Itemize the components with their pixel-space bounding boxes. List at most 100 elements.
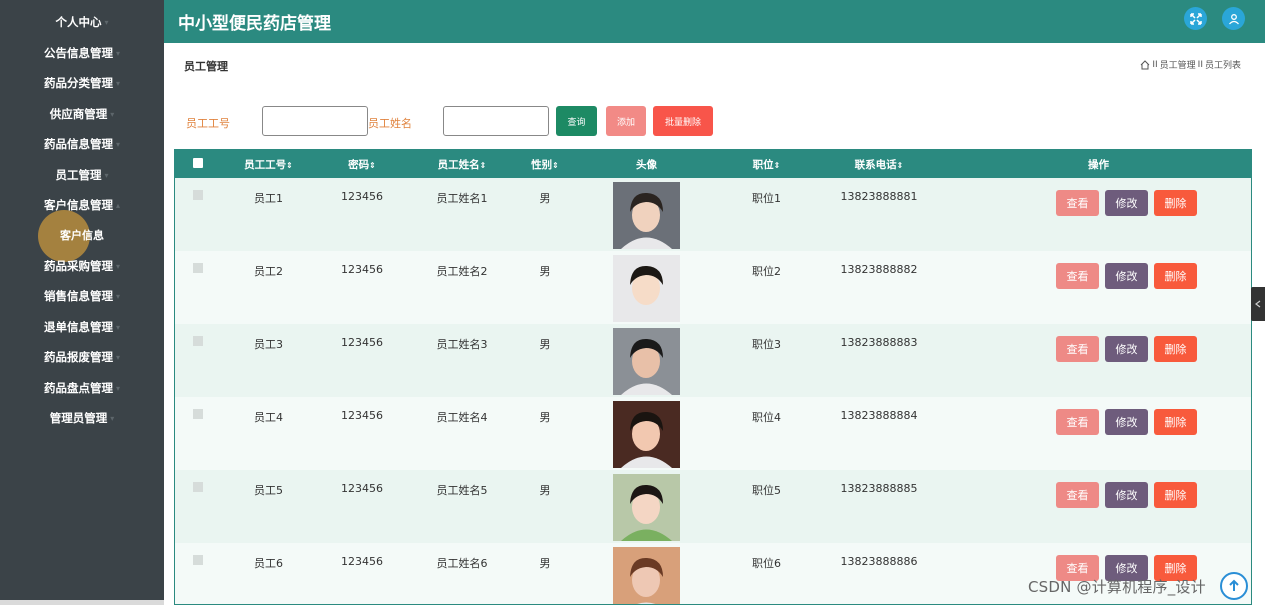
sort-icon[interactable]: ⇕ bbox=[774, 161, 781, 170]
sort-icon[interactable]: ⇕ bbox=[286, 161, 293, 170]
password-cell: 123456 bbox=[341, 190, 383, 203]
row-checkbox[interactable] bbox=[193, 409, 203, 419]
view-button[interactable]: 查看 bbox=[1056, 482, 1099, 508]
avatar-cell bbox=[574, 178, 719, 251]
sidebar-item-customer[interactable]: 客户信息管理 ▴ bbox=[0, 191, 164, 219]
edit-button[interactable]: 修改 bbox=[1105, 190, 1148, 216]
view-button[interactable]: 查看 bbox=[1056, 263, 1099, 289]
app-root: 个人中心 ▾ 公告信息管理 ▾ 药品分类管理 ▾ 供应商管理 ▾ 药品信息管理 ▾ 员工管… bbox=[0, 0, 1265, 605]
row-select-cell[interactable] bbox=[175, 397, 221, 470]
sort-icon[interactable]: ⇕ bbox=[480, 161, 487, 170]
password-cell: 123456 bbox=[341, 555, 383, 568]
chevron-down-icon: ▾ bbox=[104, 170, 109, 180]
sidebar-item-personal-center[interactable]: 个人中心 ▾ bbox=[0, 8, 164, 36]
breadcrumb: II 员工管理 II 员工列表 bbox=[1140, 58, 1241, 71]
row-checkbox[interactable] bbox=[193, 336, 203, 346]
row-select-cell[interactable] bbox=[175, 543, 221, 604]
add-button[interactable]: 添加 bbox=[606, 106, 646, 136]
table-row: 员工2 123456 员工姓名2 男 职位2 13823888882 查看 修改… bbox=[175, 251, 1251, 324]
table-row: 员工3 123456 员工姓名3 男 职位3 13823888883 查看 修改… bbox=[175, 324, 1251, 397]
delete-button[interactable]: 删除 bbox=[1154, 482, 1197, 508]
top-header: 中小型便民药店管理 bbox=[164, 0, 1265, 43]
phone-cell: 13823888886 bbox=[840, 555, 918, 568]
sidebar-item-admin[interactable]: 管理员管理 ▾ bbox=[0, 404, 164, 432]
staff-name-cell: 员工姓名3 bbox=[436, 338, 488, 351]
delete-button[interactable]: 删除 bbox=[1154, 336, 1197, 362]
column-label: 性别 bbox=[531, 158, 553, 171]
sidebar-item-label: 药品盘点管理 bbox=[43, 381, 113, 395]
row-checkbox[interactable] bbox=[193, 190, 203, 200]
column-header[interactable]: 性别⇕ bbox=[516, 150, 574, 178]
collapse-panel-button[interactable] bbox=[1251, 287, 1265, 321]
column-header[interactable]: 员工姓名⇕ bbox=[408, 150, 516, 178]
user-button[interactable] bbox=[1222, 7, 1245, 30]
sidebar-item-drug-info[interactable]: 药品信息管理 ▾ bbox=[0, 130, 164, 158]
column-header[interactable]: 员工工号⇕ bbox=[221, 150, 316, 178]
column-label: 密码 bbox=[348, 158, 370, 171]
sidebar-item-inventory[interactable]: 药品盘点管理 ▾ bbox=[0, 374, 164, 402]
edit-button[interactable]: 修改 bbox=[1105, 263, 1148, 289]
delete-button[interactable]: 删除 bbox=[1154, 409, 1197, 435]
row-select-cell[interactable] bbox=[175, 251, 221, 324]
row-select-cell[interactable] bbox=[175, 178, 221, 251]
sidebar-item-refund[interactable]: 退单信息管理 ▾ bbox=[0, 313, 164, 341]
sidebar-item-label: 公告信息管理 bbox=[43, 46, 113, 60]
row-checkbox[interactable] bbox=[193, 555, 203, 565]
select-all-checkbox[interactable] bbox=[193, 157, 203, 168]
position-cell: 职位5 bbox=[752, 484, 781, 497]
sidebar-subitem-customer-info[interactable]: 客户信息 bbox=[0, 221, 164, 249]
home-icon[interactable] bbox=[1140, 59, 1150, 70]
sort-icon[interactable]: ⇕ bbox=[552, 161, 559, 170]
chevron-down-icon: ▾ bbox=[110, 109, 115, 119]
column-label: 联系电话 bbox=[854, 158, 897, 171]
row-select-cell[interactable] bbox=[175, 470, 221, 543]
edit-button[interactable]: 修改 bbox=[1105, 336, 1148, 362]
position-cell: 职位4 bbox=[752, 411, 781, 424]
breadcrumb-separator: II bbox=[1152, 59, 1158, 70]
row-select-cell[interactable] bbox=[175, 324, 221, 397]
page-title: 员工管理 bbox=[184, 60, 228, 73]
fullscreen-button[interactable] bbox=[1184, 7, 1207, 30]
edit-button[interactable]: 修改 bbox=[1105, 482, 1148, 508]
delete-button[interactable]: 删除 bbox=[1154, 190, 1197, 216]
query-button[interactable]: 查询 bbox=[556, 106, 597, 136]
staff-name-cell: 员工姓名6 bbox=[436, 557, 488, 570]
column-header[interactable]: 密码⇕ bbox=[316, 150, 408, 178]
view-button[interactable]: 查看 bbox=[1056, 409, 1099, 435]
column-header[interactable]: 职位⇕ bbox=[719, 150, 814, 178]
scroll-top-button[interactable] bbox=[1220, 572, 1248, 600]
sidebar-item-drug-category[interactable]: 药品分类管理 ▾ bbox=[0, 69, 164, 97]
actions-cell: 查看 修改 删除 bbox=[944, 251, 1251, 324]
sidebar-item-notice[interactable]: 公告信息管理 ▾ bbox=[0, 39, 164, 67]
sort-icon[interactable]: ⇕ bbox=[369, 161, 376, 170]
sort-icon[interactable]: ⇕ bbox=[897, 161, 904, 170]
column-label: 职位 bbox=[752, 158, 774, 171]
chevron-down-icon: ▾ bbox=[115, 139, 120, 149]
actions-cell: 查看 修改 删除 bbox=[944, 178, 1251, 251]
select-all-header[interactable] bbox=[175, 150, 221, 178]
sidebar-item-sales[interactable]: 销售信息管理 ▾ bbox=[0, 282, 164, 310]
row-checkbox[interactable] bbox=[193, 482, 203, 492]
staff-id-input[interactable] bbox=[262, 106, 368, 136]
table-row: 员工4 123456 员工姓名4 男 职位4 13823888884 查看 修改… bbox=[175, 397, 1251, 470]
staff-name-input[interactable] bbox=[443, 106, 549, 136]
sidebar-item-label: 员工管理 bbox=[55, 168, 102, 182]
delete-button[interactable]: 删除 bbox=[1154, 263, 1197, 289]
view-button[interactable]: 查看 bbox=[1056, 336, 1099, 362]
staff-id-cell: 员工6 bbox=[254, 557, 283, 570]
chevron-down-icon: ▾ bbox=[115, 261, 120, 271]
column-header[interactable]: 联系电话⇕ bbox=[814, 150, 944, 178]
breadcrumb-item-staff[interactable]: 员工管理 bbox=[1160, 58, 1196, 71]
sidebar-item-supplier[interactable]: 供应商管理 ▾ bbox=[0, 100, 164, 128]
column-label: 员工姓名 bbox=[437, 158, 480, 171]
batch-delete-button[interactable]: 批量删除 bbox=[653, 106, 713, 136]
row-checkbox[interactable] bbox=[193, 263, 203, 273]
phone-cell: 13823888881 bbox=[840, 190, 918, 203]
staff-id-cell: 员工1 bbox=[254, 192, 283, 205]
sidebar-item-purchase[interactable]: 药品采购管理 ▾ bbox=[0, 252, 164, 280]
view-button[interactable]: 查看 bbox=[1056, 190, 1099, 216]
sidebar-item-scrap[interactable]: 药品报废管理 ▾ bbox=[0, 343, 164, 371]
column-header: 操作 bbox=[944, 150, 1251, 178]
sidebar-item-staff[interactable]: 员工管理 ▾ bbox=[0, 161, 164, 189]
edit-button[interactable]: 修改 bbox=[1105, 409, 1148, 435]
